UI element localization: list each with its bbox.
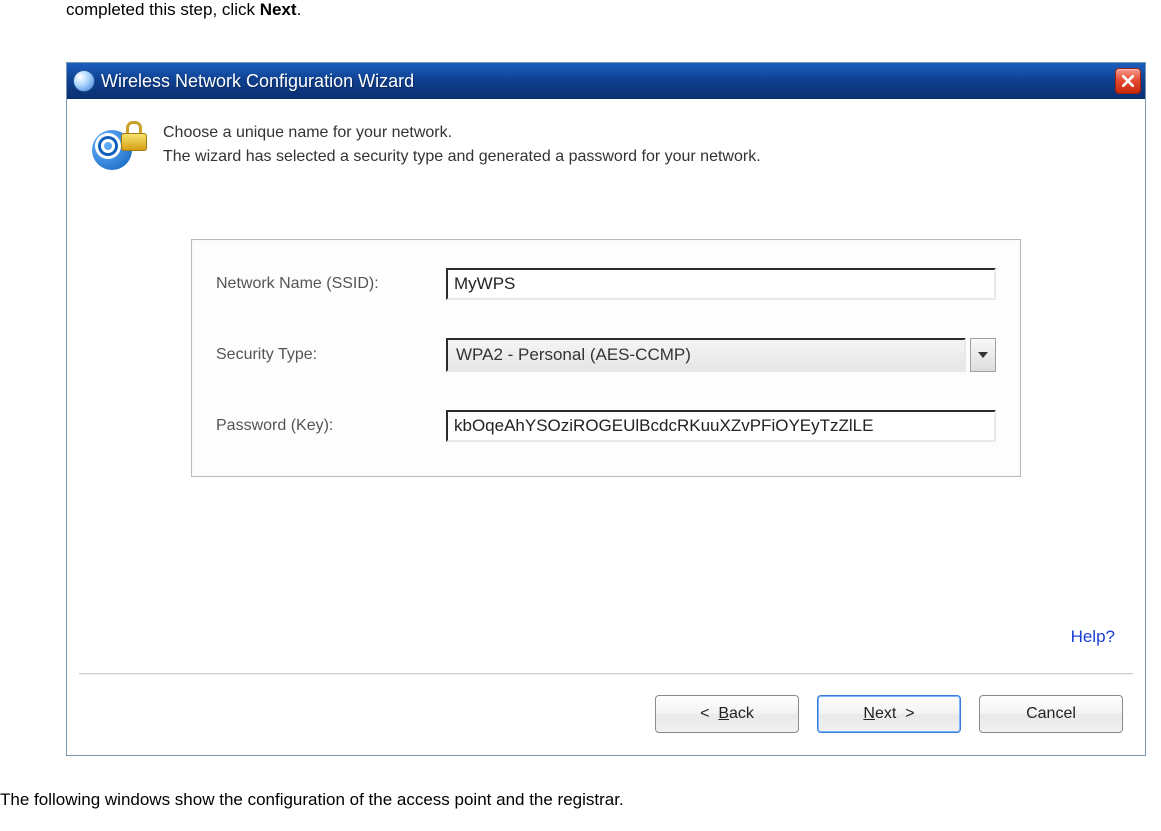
wizard-wifi-lock-icon	[87, 117, 149, 179]
close-button[interactable]	[1115, 68, 1141, 94]
cancel-button[interactable]: Cancel	[979, 695, 1123, 733]
dialog-title: Wireless Network Configuration Wizard	[101, 71, 1115, 92]
security-select-value: WPA2 - Personal (AES-CCMP)	[446, 338, 966, 372]
titlebar: Wireless Network Configuration Wizard	[67, 63, 1145, 99]
password-input[interactable]	[446, 410, 996, 442]
close-icon	[1122, 75, 1134, 87]
security-select[interactable]: WPA2 - Personal (AES-CCMP)	[446, 338, 996, 372]
chevron-down-icon	[978, 352, 988, 358]
doc-fragment-suffix: .	[297, 0, 302, 19]
doc-text-top: completed this step, click Next.	[66, 0, 301, 20]
help-link[interactable]: Help?	[1071, 627, 1115, 647]
back-button[interactable]: < Back	[655, 695, 799, 733]
doc-text-bottom: The following windows show the configura…	[0, 790, 624, 810]
next-button[interactable]: Next >	[817, 695, 961, 733]
password-label: Password (Key):	[216, 417, 446, 435]
header-line-2: The wizard has selected a security type …	[163, 145, 761, 169]
row-security: Security Type: WPA2 - Personal (AES-CCMP…	[216, 338, 996, 372]
wizard-dialog: Wireless Network Configuration Wizard Ch…	[66, 62, 1146, 756]
ssid-label: Network Name (SSID):	[216, 275, 446, 293]
app-icon	[73, 70, 95, 92]
ssid-input[interactable]	[446, 268, 996, 300]
header-line-1: Choose a unique name for your network.	[163, 121, 761, 145]
row-password: Password (Key):	[216, 410, 996, 442]
form-panel: Network Name (SSID): Security Type: WPA2…	[191, 239, 1021, 477]
header-text: Choose a unique name for your network. T…	[163, 117, 761, 169]
doc-fragment-bold: Next	[260, 0, 297, 19]
header-row: Choose a unique name for your network. T…	[87, 117, 1125, 179]
row-ssid: Network Name (SSID):	[216, 268, 996, 300]
content-area: Choose a unique name for your network. T…	[67, 99, 1145, 755]
security-label: Security Type:	[216, 346, 446, 364]
button-row: < Back Next > Cancel	[655, 695, 1123, 733]
security-dropdown-button[interactable]	[970, 338, 996, 372]
separator	[79, 673, 1133, 675]
doc-fragment-prefix: completed this step, click	[66, 0, 260, 19]
